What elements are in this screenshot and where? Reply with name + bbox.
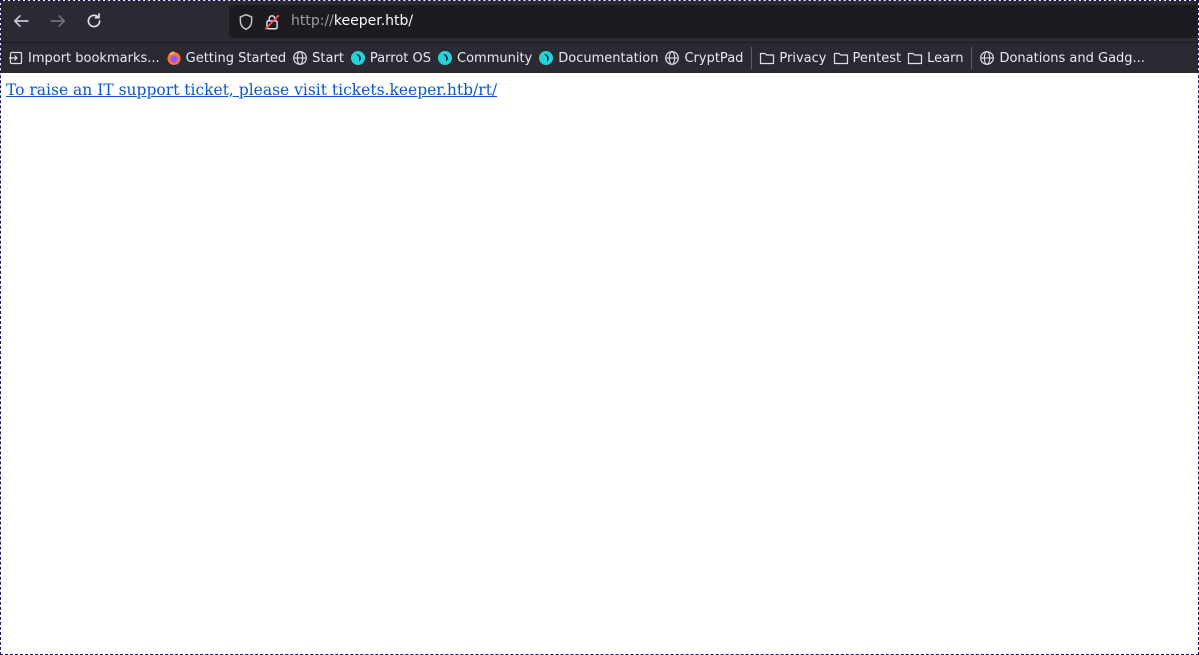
reload-button[interactable] [81,8,107,34]
insecure-lock-icon[interactable] [263,13,281,31]
parrot-icon [437,50,453,66]
arrow-left-icon [13,15,29,27]
globe-icon [292,50,308,66]
bookmark-label: Learn [927,50,964,66]
bookmark-separator [971,47,973,69]
bookmark-label: Getting Started [185,50,287,66]
arrow-right-icon [50,15,66,27]
address-bar[interactable]: http://keeper.htb/ [229,5,1198,38]
parrot-icon [538,50,554,66]
bookmark-label: CryptPad [684,50,744,66]
bookmark-label: Import bookmarks... [28,50,160,66]
bookmark-community[interactable]: Community [437,46,532,70]
bookmark-label: Privacy [779,50,827,66]
bookmark-folder-learn[interactable]: Learn [907,46,963,70]
bookmark-cryptpad[interactable]: CryptPad [664,46,743,70]
bookmark-import[interactable]: Import bookmarks... [8,46,160,70]
firefox-icon [166,50,182,66]
globe-icon [979,50,995,66]
folder-icon [759,50,775,66]
bookmark-label: Parrot OS [369,50,431,66]
bookmark-start[interactable]: Start [292,46,344,70]
bookmark-label: Community [457,50,533,66]
shield-icon[interactable] [237,13,255,31]
bookmark-label: Donations and Gadg... [999,50,1145,66]
bookmark-parrot-os[interactable]: Parrot OS [350,46,431,70]
bookmark-donations[interactable]: Donations and Gadg... [979,46,1145,70]
bookmark-documentation[interactable]: Documentation [538,46,658,70]
folder-icon [833,50,849,66]
url-scheme: http:// [291,13,334,29]
parrot-icon [350,50,366,66]
bookmark-folder-pentest[interactable]: Pentest [833,46,902,70]
bookmark-folder-privacy[interactable]: Privacy [759,46,827,70]
back-button[interactable] [8,8,34,34]
forward-button[interactable] [45,8,71,34]
bookmarks-toolbar: Import bookmarks... Getting Started Star… [1,42,1198,73]
browser-window: http://keeper.htb/ Import bookmarks... G… [0,0,1199,655]
bookmark-getting-started[interactable]: Getting Started [166,46,287,70]
support-ticket-link[interactable]: To raise an IT support ticket, please vi… [6,81,497,99]
page-content: To raise an IT support ticket, please vi… [1,73,1198,654]
bookmark-label: Start [312,50,344,66]
folder-icon [907,50,923,66]
bookmark-separator [751,47,753,69]
url-host: keeper.htb/ [333,13,414,29]
url-text[interactable]: http://keeper.htb/ [291,13,413,29]
navigation-toolbar: http://keeper.htb/ [1,1,1198,42]
bookmark-label: Pentest [852,50,902,66]
import-icon [8,50,24,66]
bookmark-label: Documentation [558,50,659,66]
reload-icon [87,13,101,28]
globe-icon [664,50,680,66]
